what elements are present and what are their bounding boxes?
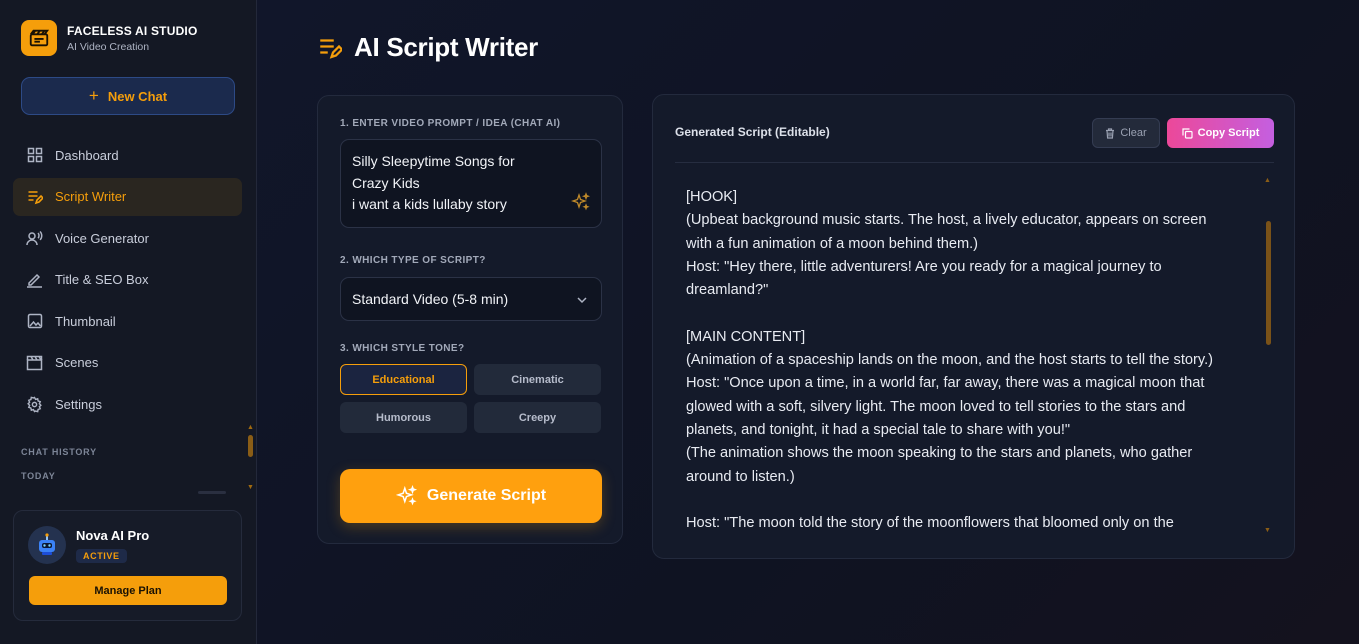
clear-button[interactable]: Clear [1092, 118, 1160, 148]
copy-script-label: Copy Script [1197, 127, 1260, 139]
brand-subtitle: AI Video Creation [67, 40, 150, 53]
script-line: planets, and tonight, it had a special t… [686, 421, 1071, 438]
pen-icon [26, 271, 43, 288]
new-chat-label: New Chat [107, 88, 168, 104]
sidebar-item-thumbnail[interactable]: Thumbnail [13, 302, 242, 340]
output-title: Generated Script (Editable) [675, 125, 830, 139]
sidebar-scrollbar[interactable]: ▲ ▼ [245, 424, 255, 494]
copy-icon [1182, 127, 1193, 139]
page-header: AI Script Writer [318, 32, 538, 63]
sidebar-item-label: Settings [55, 396, 102, 412]
brand-title: FACELESS AI STUDIO [67, 23, 198, 38]
tone-educational-button[interactable]: Educational [340, 364, 467, 395]
script-line: Host: "Once upon a time, in a world far,… [686, 375, 1205, 392]
generate-script-label: Generate Script [426, 487, 547, 504]
script-line: Host: "The moon told the story of the mo… [686, 515, 1174, 532]
script-line: with a fun animation of a moon behind th… [686, 235, 979, 252]
scrollbar-thumb[interactable] [248, 435, 253, 457]
scroll-down-arrow-icon[interactable]: ▼ [247, 484, 254, 491]
tone-cinematic-button[interactable]: Cinematic [474, 364, 601, 395]
sidebar-item-label: Dashboard [55, 147, 119, 163]
sidebar-nav: Dashboard Script Writer Voice Generator … [13, 136, 242, 427]
history-item-placeholder[interactable] [198, 491, 226, 494]
script-line: [HOOK] [686, 189, 738, 205]
grid-icon [26, 147, 43, 164]
generate-script-button[interactable]: Generate Script [340, 469, 602, 523]
profile-name: Nova AI Pro [76, 528, 150, 543]
sidebar-item-script-writer[interactable]: Script Writer [13, 177, 242, 216]
scrollbar-thumb[interactable] [1266, 221, 1271, 345]
image-icon [26, 313, 43, 330]
tone-humorous-button[interactable]: Humorous [340, 402, 467, 433]
scroll-up-arrow-icon[interactable]: ▲ [247, 424, 254, 431]
sidebar-item-label: Voice Generator [55, 230, 149, 246]
gear-icon [26, 395, 43, 413]
today-heading: TODAY [21, 471, 56, 481]
manage-plan-button[interactable]: Manage Plan [29, 576, 227, 605]
scroll-down-arrow-icon[interactable]: ▼ [1264, 527, 1271, 534]
script-icon [26, 188, 43, 205]
sidebar-item-scenes[interactable]: Scenes [13, 344, 242, 382]
voice-icon [26, 230, 43, 247]
tone-creepy-button[interactable]: Creepy [474, 402, 601, 433]
trash-icon [1105, 127, 1115, 139]
script-scrollbar[interactable]: ▲ ▼ [1263, 177, 1273, 542]
sidebar-item-label: Thumbnail [55, 313, 116, 329]
prompt-line: Silly Sleepytime Songs for [352, 153, 515, 169]
main-content: AI Script Writer 1. ENTER VIDEO PROMPT /… [257, 0, 1359, 644]
clapperboard-logo-icon [21, 20, 57, 56]
script-line [686, 302, 1250, 325]
prompt-textarea[interactable]: Silly Sleepytime Songs for Crazy Kids i … [340, 139, 602, 228]
chat-history-heading: CHAT HISTORY [21, 447, 97, 457]
script-icon [318, 35, 344, 61]
prompt-line: i want a kids lullaby story [352, 196, 507, 212]
sidebar-item-settings[interactable]: Settings [13, 385, 242, 423]
script-type-value: Standard Video (5-8 min) [352, 291, 509, 307]
profile-card: Nova AI Pro ACTIVE Manage Plan [13, 510, 242, 621]
new-chat-button[interactable]: + New Chat [21, 77, 235, 115]
sidebar-item-voice-generator[interactable]: Voice Generator [13, 219, 242, 257]
script-line: (The animation shows the moon speaking t… [686, 445, 1193, 462]
brand: FACELESS AI STUDIO AI Video Creation [21, 20, 198, 56]
chevron-down-icon [576, 293, 588, 309]
script-line: glowed with a soft, silvery light. The m… [686, 398, 1186, 415]
prompt-line: Crazy Kids [352, 174, 420, 191]
clapper-icon [26, 354, 43, 371]
input-panel: 1. ENTER VIDEO PROMPT / IDEA (CHAT AI) S… [317, 95, 623, 544]
copy-script-button[interactable]: Copy Script [1167, 118, 1274, 148]
sidebar: FACELESS AI STUDIO AI Video Creation + N… [0, 0, 257, 644]
sidebar-item-dashboard[interactable]: Dashboard [13, 136, 242, 174]
sidebar-item-label: Title & SEO Box [55, 272, 149, 287]
sidebar-item-label: Script Writer [55, 189, 127, 204]
scroll-up-arrow-icon[interactable]: ▲ [1264, 177, 1271, 184]
prompt-label: 1. ENTER VIDEO PROMPT / IDEA (CHAT AI) [340, 118, 561, 129]
page-title: AI Script Writer [354, 32, 538, 62]
script-line: (Upbeat background music starts. The hos… [686, 212, 1207, 229]
sparkle-icon[interactable] [570, 191, 591, 219]
script-type-select[interactable]: Standard Video (5-8 min) [340, 277, 602, 321]
script-line: (Animation of a spaceship lands on the m… [686, 352, 1214, 369]
divider [675, 162, 1274, 163]
script-line: [MAIN CONTENT] [686, 328, 806, 345]
script-line: Host: "Hey there, little adventurers! Ar… [686, 258, 1162, 275]
plus-icon: + [88, 86, 99, 105]
sidebar-item-title-seo[interactable]: Title & SEO Box [13, 261, 242, 299]
script-line: around to listen.) [686, 468, 795, 485]
script-line [686, 489, 1250, 512]
sidebar-item-label: Scenes [55, 355, 99, 370]
script-line: dreamland?" [686, 282, 769, 299]
script-type-label: 2. WHICH TYPE OF SCRIPT? [340, 255, 486, 266]
output-panel: Generated Script (Editable) Clear Copy S… [652, 94, 1295, 559]
status-badge: ACTIVE [76, 549, 127, 563]
script-editor[interactable]: [HOOK] (Upbeat background music starts. … [675, 186, 1250, 536]
style-tone-label: 3. WHICH STYLE TONE? [340, 343, 465, 354]
sparkle-icon [395, 485, 418, 507]
robot-avatar-icon [28, 526, 66, 564]
clear-label: Clear [1120, 127, 1147, 139]
